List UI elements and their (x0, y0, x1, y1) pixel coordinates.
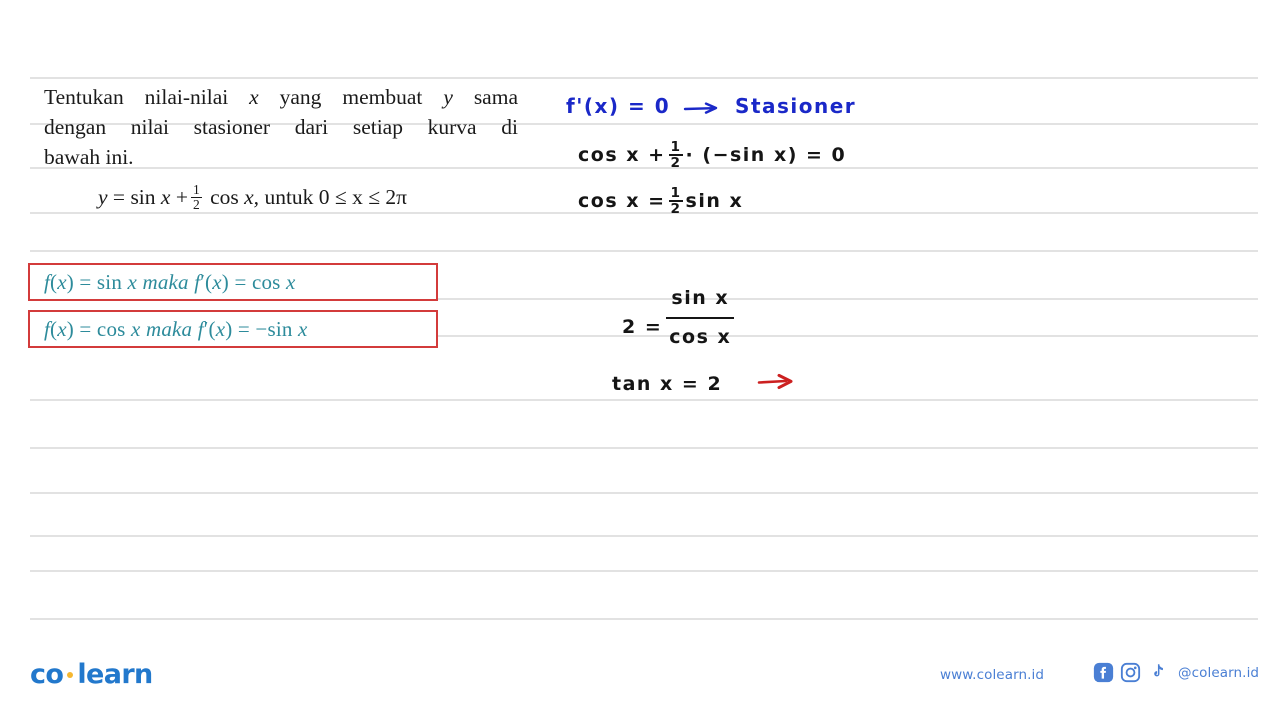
social-handle-text: @colearn.id (1178, 664, 1260, 681)
question-line-1: Tentukan nilai-nilai x yang membuat y sa… (44, 82, 518, 112)
rule-line (30, 447, 1258, 449)
formula-segment: ) = (221, 269, 252, 294)
hw4-sin-over-cos-fraction: sin x cos x (666, 280, 735, 356)
equation-plus: + (175, 185, 188, 209)
rule-line (30, 492, 1258, 494)
hw3-right: sin x (685, 190, 744, 213)
question-equation: y = sin x +1 2 cos x, untuk 0 ≤ x ≤ 2π (44, 182, 518, 212)
formula-segment: sin (96, 269, 123, 294)
tiktok-icon[interactable] (1147, 662, 1168, 683)
handwritten-line-tan-result: tan x = 2 (612, 373, 722, 395)
formula-segment: ) = (66, 316, 97, 341)
formula-box-1-text: f(x) = sin x maka f′(x) = cos x (44, 270, 296, 295)
hw4-left: 2 = (622, 316, 663, 339)
hw3-fraction-numerator: 1 (670, 185, 681, 201)
logo-dot-icon (67, 671, 74, 678)
logo-text-co: co (30, 659, 64, 690)
formula-segment: maka (142, 269, 189, 294)
hw4-fraction-numerator: sin x (671, 287, 730, 309)
page-footer: co learn www.colearn.id @colearn.id (0, 648, 1280, 720)
formula-segment: x (212, 269, 222, 294)
hw5-text: tan x = 2 (612, 373, 723, 395)
fraction-numerator: 1 (192, 181, 200, 197)
question-text-segment: x (249, 85, 259, 109)
hw3-left: cos x = (578, 190, 666, 213)
question-block: Tentukan nilai-nilai x yang membuat y sa… (44, 82, 518, 212)
equation-lhs: y (98, 185, 108, 209)
facebook-icon[interactable] (1093, 662, 1114, 683)
website-url[interactable]: www.colearn.id (940, 667, 1044, 683)
formula-segment: sin (267, 316, 293, 341)
colearn-logo: co learn (30, 659, 153, 690)
formula-segment: ) = (66, 269, 97, 294)
question-text-segment: yang membuat (258, 85, 444, 109)
fraction-denominator: 2 (190, 196, 202, 212)
red-arrow-icon (756, 371, 800, 398)
handwritten-line-derivative-expanded: cos x +1 2 · (−sin x) = 0 (578, 140, 846, 171)
rule-line (30, 535, 1258, 537)
instagram-icon[interactable] (1120, 662, 1141, 683)
hw2-left: cos x + (578, 144, 666, 167)
formula-box-2-text: f(x) = cos x maka f′(x) = −sin x (44, 317, 308, 342)
equation-cos: cos (210, 185, 239, 209)
handwritten-line-ratio: 2 = sin x cos x (622, 280, 738, 356)
question-text-segment: Tentukan nilai-nilai (44, 85, 250, 109)
hw1-arrow-icon (683, 96, 723, 120)
question-line-3: bawah ini. (44, 142, 518, 172)
formula-box-cos-derivative: f(x) = cos x maka f′(x) = −sin x (28, 310, 438, 348)
equation-x1: x (160, 185, 171, 209)
formula-segment: x (292, 316, 308, 341)
formula-segment: maka (145, 316, 193, 341)
formula-segment: ′( (200, 269, 213, 294)
formula-segment: x (215, 316, 226, 341)
formula-segment: x (125, 316, 141, 341)
hw4-fraction-denominator: cos x (666, 317, 735, 356)
hw1-label-stasioner: Stasioner (735, 94, 857, 118)
equation-x2: x, (244, 185, 260, 209)
logo-text-learn: learn (77, 659, 153, 690)
rule-line (30, 570, 1258, 572)
handwritten-line-stationary-condition: f'(x) = 0 Stasioner (566, 94, 856, 120)
formula-segment: ′( (203, 316, 216, 341)
rule-line (30, 250, 1258, 252)
equation-sin: sin (130, 185, 156, 209)
hw1-expression: f'(x) = 0 (566, 94, 671, 118)
formula-segment: cos (96, 316, 126, 341)
question-line-2: dengan nilai stasioner dari setiap kurva… (44, 112, 518, 142)
formula-segment: x (280, 269, 296, 294)
question-text-segment: sama (452, 85, 518, 109)
rule-line (30, 399, 1258, 401)
equation-untuk: untuk (264, 185, 314, 209)
formula-segment: x (57, 269, 67, 294)
rule-line (30, 77, 1258, 79)
equation-domain: 0 ≤ x ≤ 2π (318, 185, 408, 209)
question-text-segment: y (443, 85, 453, 109)
social-links: @colearn.id (1093, 662, 1259, 683)
formula-box-sin-derivative: f(x) = sin x maka f′(x) = cos x (28, 263, 438, 301)
handwritten-line-rearranged: cos x = 1 2 sin x (578, 186, 743, 217)
question-text-segment: bawah ini. (44, 145, 134, 169)
equation-equals: = (112, 185, 126, 209)
hw2-right: · (−sin x) = 0 (685, 144, 847, 167)
hw3-half-fraction: 12 (668, 185, 683, 218)
hw2-fraction-denominator: 2 (668, 154, 683, 172)
hw2-half-fraction: 12 (668, 139, 683, 172)
hw3-fraction-denominator: 2 (668, 200, 683, 218)
equation-half-fraction: 12 (190, 181, 202, 212)
formula-segment: ) = − (225, 316, 268, 341)
question-text-segment: dengan nilai stasioner dari setiap kurva… (44, 115, 518, 139)
formula-segment: x (122, 269, 138, 294)
hw2-fraction-numerator: 1 (670, 139, 681, 155)
formula-segment: cos (251, 269, 281, 294)
rule-line (30, 618, 1258, 620)
formula-segment: x (57, 316, 67, 341)
